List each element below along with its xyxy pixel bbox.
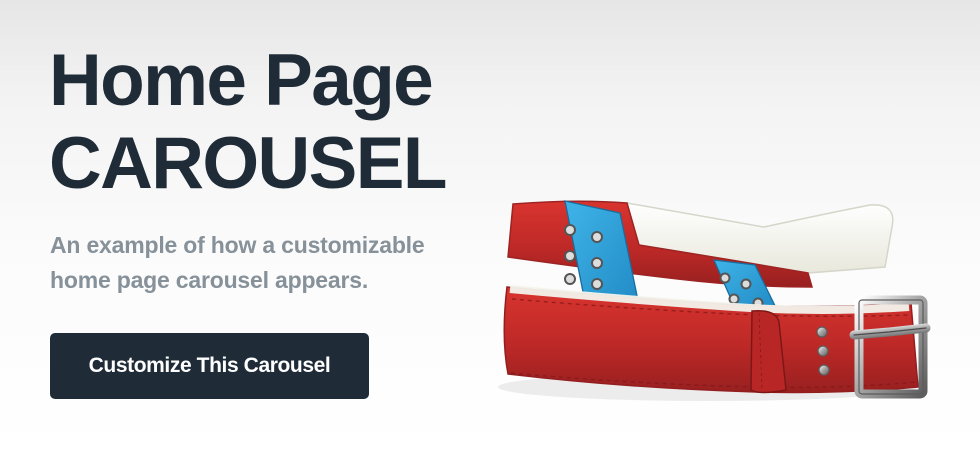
carousel-title-line-1: Home Page	[49, 40, 434, 121]
carousel-title-line-2: CAROUSEL	[49, 123, 447, 204]
customize-carousel-button[interactable]: Customize This Carousel	[50, 333, 369, 399]
carousel-description: An example of how a customizable home pa…	[50, 228, 480, 298]
belt-product-image	[498, 200, 931, 401]
carousel-description-line-1: An example of how a customizable	[50, 232, 425, 258]
carousel-description-line-2: home page carousel appears.	[50, 267, 369, 293]
carousel-title: Home Page CAROUSEL	[49, 37, 509, 203]
home-page-carousel-slide: Home Page CAROUSEL An example of how a c…	[0, 0, 980, 450]
